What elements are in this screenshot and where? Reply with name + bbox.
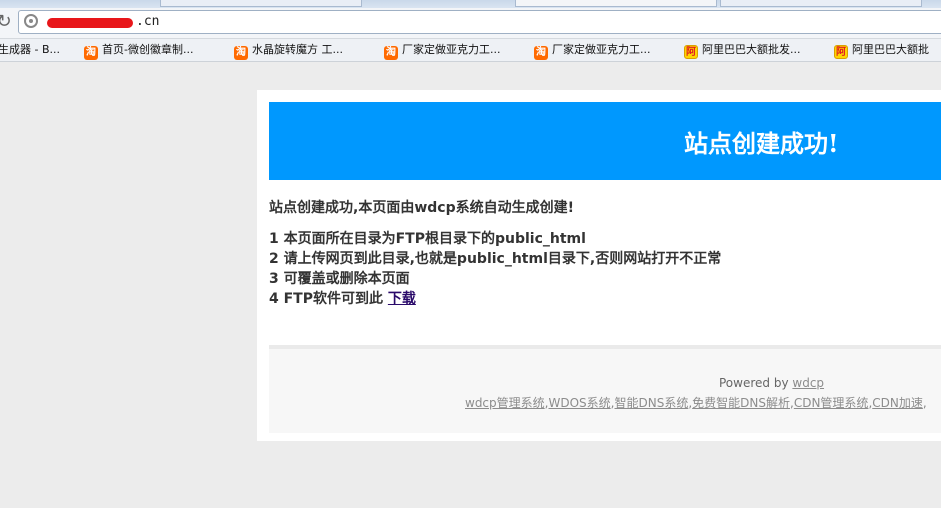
bookmark-label: 阿里巴巴大额批发... bbox=[702, 43, 801, 56]
bookmark-item[interactable]: 淘厂家定做亚克力工... bbox=[534, 42, 651, 60]
bookmark-label: 首页-微创徽章制... bbox=[102, 43, 194, 56]
alibaba-icon: 阿 bbox=[684, 45, 698, 59]
tab-active[interactable] bbox=[515, 0, 717, 7]
page-title: 站点创建成功! bbox=[684, 129, 839, 158]
footer: Powered by wdcp wdcp管理系统,WDOS系统,智能DNS系统,… bbox=[269, 345, 941, 433]
tab-strip bbox=[0, 0, 941, 8]
footer-links: wdcp管理系统,WDOS系统,智能DNS系统,免费智能DNS解析,CDN管理系… bbox=[465, 394, 927, 411]
bookmark-label: 厂家定做亚克力工... bbox=[552, 43, 651, 56]
bookmark-item[interactable]: 阿阿里巴巴大额批发... bbox=[684, 42, 801, 59]
alibaba-icon: 阿 bbox=[834, 45, 848, 59]
taobao-icon: 淘 bbox=[384, 46, 398, 60]
taobao-icon: 淘 bbox=[534, 46, 548, 60]
bookmark-label: 阿里巴巴大额批 bbox=[852, 43, 929, 56]
powered-by-text: Powered by bbox=[719, 376, 789, 390]
site-info-icon[interactable] bbox=[24, 14, 38, 28]
address-bar[interactable]: .cn bbox=[18, 10, 941, 34]
bookmark-item[interactable]: 生成器 - B... bbox=[0, 42, 60, 58]
intro-text: 站点创建成功,本页面由wdcp系统自动生成创建! bbox=[269, 200, 574, 216]
tab[interactable] bbox=[720, 0, 922, 7]
footer-link-cdn-admin[interactable]: CDN管理系统 bbox=[794, 396, 869, 410]
instruction-step: 4 FTP软件可到此 下载 bbox=[269, 289, 721, 309]
powered-by: Powered by wdcp bbox=[719, 376, 824, 390]
taobao-icon: 淘 bbox=[84, 46, 98, 60]
bookmark-item[interactable]: 阿阿里巴巴大额批 bbox=[834, 42, 929, 59]
bookmarks-bar: 生成器 - B... 淘首页-微创徽章制... 淘水晶旋转魔方 工... 淘厂家… bbox=[0, 39, 941, 62]
success-banner: 站点创建成功! bbox=[269, 102, 941, 180]
bookmark-label: 水晶旋转魔方 工... bbox=[252, 43, 343, 56]
reload-icon[interactable]: ↻ bbox=[0, 12, 14, 32]
taobao-icon: 淘 bbox=[234, 46, 248, 60]
bookmark-item[interactable]: 淘水晶旋转魔方 工... bbox=[234, 42, 343, 60]
bookmark-label: 生成器 - B... bbox=[0, 43, 60, 56]
bookmark-item[interactable]: 淘厂家定做亚克力工... bbox=[384, 42, 501, 60]
bookmark-item[interactable]: 淘首页-微创徽章制... bbox=[84, 42, 194, 60]
instruction-list: 1 本页面所在目录为FTP根目录下的public_html 2 请上传网页到此目… bbox=[269, 229, 721, 309]
browser-toolbar: ↻ .cn bbox=[0, 8, 941, 39]
instruction-step: 3 可覆盖或删除本页面 bbox=[269, 271, 410, 287]
instruction-step: 1 本页面所在目录为FTP根目录下的public_html bbox=[269, 231, 586, 247]
footer-link-free-dns[interactable]: 免费智能DNS解析 bbox=[692, 396, 790, 410]
footer-link-wdcp-admin[interactable]: wdcp管理系统 bbox=[465, 396, 545, 410]
redacted-domain bbox=[47, 18, 133, 28]
instruction-step-text: 4 FTP软件可到此 bbox=[269, 291, 383, 307]
address-url: .cn bbox=[136, 14, 160, 29]
tab[interactable] bbox=[160, 0, 362, 7]
page-container: 站点创建成功! 站点创建成功,本页面由wdcp系统自动生成创建! 1 本页面所在… bbox=[257, 90, 941, 441]
separator: , bbox=[922, 396, 927, 410]
download-link[interactable]: 下载 bbox=[388, 291, 416, 307]
instruction-step: 2 请上传网页到此目录,也就是public_html目录下,否则网站打开不正常 bbox=[269, 251, 722, 267]
wdcp-link[interactable]: wdcp bbox=[792, 376, 824, 390]
bookmark-label: 厂家定做亚克力工... bbox=[402, 43, 501, 56]
footer-link-wdos[interactable]: WDOS系统 bbox=[548, 396, 610, 410]
footer-link-smart-dns[interactable]: 智能DNS系统 bbox=[614, 396, 688, 410]
footer-link-cdn[interactable]: CDN加速 bbox=[872, 396, 923, 410]
